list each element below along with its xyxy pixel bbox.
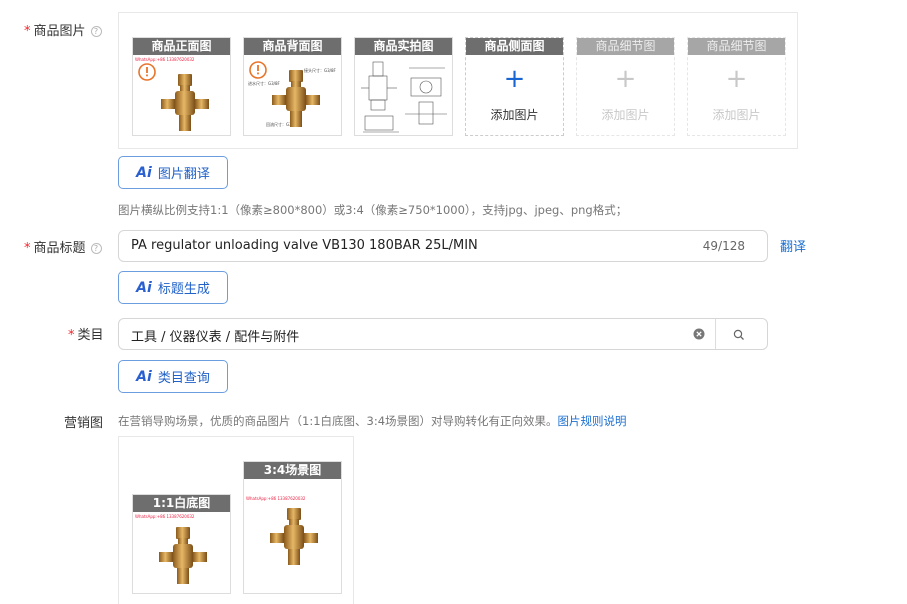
category-label: * 类目 <box>68 328 104 343</box>
divider <box>715 319 716 349</box>
product-title-input[interactable]: PA regulator unloading valve VB130 180BA… <box>118 230 768 262</box>
slot-title: 1:1白底图 <box>133 495 230 512</box>
ai-image-translate-button[interactable]: Ai 图片翻译 <box>118 156 228 189</box>
title-value: PA regulator unloading valve VB130 180BA… <box>131 238 478 253</box>
marketing-slot-scene[interactable]: 3:4场景图 WhatsApp:+86 13387620032 <box>243 461 342 594</box>
ai-title-generate-button[interactable]: Ai 标题生成 <box>118 271 228 304</box>
slot-title: 商品侧面图 <box>466 38 563 55</box>
slot-title: 商品细节图 <box>577 38 674 55</box>
image-slot-detail[interactable]: 商品细节图 + 添加图片 <box>576 37 675 136</box>
add-image-text: 添加图片 <box>712 108 761 122</box>
question-circle-icon[interactable]: ? <box>90 243 102 254</box>
add-image-text: 添加图片 <box>601 108 650 122</box>
translate-link[interactable]: 翻译 <box>780 236 806 255</box>
marketing-label: 营销图 <box>64 416 104 431</box>
product-photo <box>270 508 318 565</box>
warning-icon <box>138 63 156 81</box>
warning-icon <box>249 61 267 79</box>
product-images-label: * 商品图片? <box>24 20 102 39</box>
image-format-hint: 图片横纵比例支持1:1（像素≥800*800）或3:4（像素≥750*1000）… <box>118 203 628 217</box>
product-photo <box>272 70 320 127</box>
product-title-label: * 商品标题? <box>24 237 102 256</box>
slot-title: 商品正面图 <box>133 38 230 55</box>
image-slot-real[interactable]: 商品实拍图 <box>354 37 453 136</box>
product-image-group: 商品正面图 WhatsApp:+86 13387620032 商品背面图 接头尺… <box>118 12 798 149</box>
image-slot-detail[interactable]: 商品细节图 + 添加图片 <box>687 37 786 136</box>
slot-title: 商品实拍图 <box>355 38 452 55</box>
ai-category-query-button[interactable]: Ai 类目查询 <box>118 360 228 393</box>
ai-icon: Ai <box>136 279 152 296</box>
watermark-text: WhatsApp:+86 13387620032 <box>246 496 306 501</box>
image-rules-link[interactable]: 图片规则说明 <box>558 414 627 428</box>
category-select[interactable]: 工具 / 仪器仪表 / 配件与附件 <box>118 318 768 350</box>
question-circle-icon[interactable]: ? <box>90 26 102 37</box>
product-photo <box>159 527 207 584</box>
marketing-slot-white[interactable]: 1:1白底图 WhatsApp:+86 13387620032 <box>132 494 231 594</box>
add-image-text: 添加图片 <box>490 108 539 122</box>
slot-title: 3:4场景图 <box>244 462 341 479</box>
marketing-hint: 在营销导购场景，优质的商品图片（1:1白底图、3:4场景图）对导购转化有正向效果… <box>118 414 627 428</box>
plus-icon: + <box>614 64 637 94</box>
technical-drawing <box>361 61 447 133</box>
clear-icon[interactable] <box>693 328 705 340</box>
marketing-image-group: 1:1白底图 WhatsApp:+86 13387620032 3:4场景图 W… <box>118 436 354 604</box>
image-slot-front[interactable]: 商品正面图 WhatsApp:+86 13387620032 <box>132 37 231 136</box>
ai-icon: Ai <box>136 164 152 181</box>
product-photo <box>161 74 209 131</box>
slot-title: 商品细节图 <box>688 38 785 55</box>
plus-icon: + <box>725 64 748 94</box>
category-value: 工具 / 仪器仪表 / 配件与附件 <box>131 330 300 345</box>
ai-icon: Ai <box>136 368 152 385</box>
image-slot-back[interactable]: 商品背面图 接头尺寸：G3/8F 进水尺寸：G3/8F 回流尺寸：G3/8F <box>243 37 342 136</box>
slot-title: 商品背面图 <box>244 38 341 55</box>
image-slot-side[interactable]: 商品侧面图 + 添加图片 <box>465 37 564 136</box>
search-icon[interactable] <box>733 329 745 341</box>
char-counter: 49/128 <box>702 239 745 253</box>
plus-icon: + <box>503 64 526 94</box>
